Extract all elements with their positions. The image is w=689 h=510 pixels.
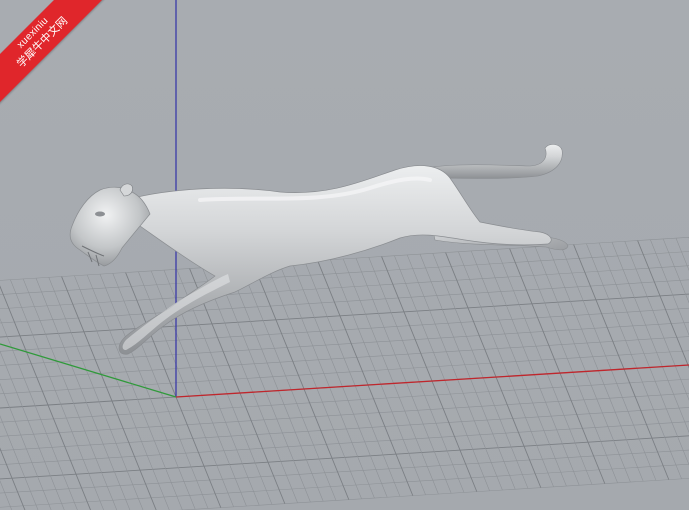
grid-line (291, 262, 388, 498)
grid-line (0, 307, 689, 352)
grid-line (598, 242, 689, 466)
grid-line (496, 249, 593, 485)
grid-line (445, 252, 542, 488)
grid-line (202, 267, 298, 503)
grid-line (586, 243, 682, 479)
grid-line (355, 258, 452, 494)
cheetah-head (69, 186, 151, 267)
grid-line (381, 256, 478, 492)
construction-grid (0, 237, 689, 510)
grid-line (432, 253, 529, 489)
grid-line (483, 250, 580, 486)
grid-line (509, 248, 606, 484)
grid-line (0, 463, 689, 508)
grid-line (547, 246, 644, 482)
grid-line (611, 242, 689, 434)
grid-line (317, 260, 414, 496)
grid-line (0, 322, 689, 366)
grid-line (253, 264, 350, 500)
grid-line (214, 266, 311, 503)
grid-line (178, 478, 689, 510)
grid-line (112, 273, 209, 509)
rhino-perspective-viewport[interactable]: xuexiniu 学犀牛中文网 (0, 0, 689, 510)
cheetah-eye (95, 211, 105, 217)
grid-line (470, 250, 567, 487)
grid-line (342, 258, 439, 495)
grid-line (522, 247, 618, 483)
grid-line (650, 239, 689, 336)
x-axis (175, 364, 689, 398)
grid-line (419, 254, 516, 490)
grid-line (0, 350, 65, 510)
grid-line (227, 266, 324, 502)
grid-line (394, 255, 490, 491)
watermark-site-text: xuexiniu (15, 15, 51, 51)
grid-line (662, 238, 689, 304)
grid-line (150, 270, 247, 507)
grid-line (368, 257, 465, 493)
grid-line (573, 244, 670, 480)
grid-line (637, 240, 689, 369)
grid-line (458, 251, 554, 487)
grid-line (0, 415, 39, 510)
grid-line (534, 246, 631, 483)
grid-line (560, 245, 657, 481)
grid-line (304, 261, 401, 497)
watermark-ribbon: xuexiniu 学犀牛中文网 (0, 0, 110, 110)
grid-line (266, 263, 362, 499)
grid-line (74, 275, 170, 510)
grid-line (278, 262, 375, 499)
grid-line (240, 265, 337, 501)
grid-line (0, 293, 689, 338)
grid-line (406, 254, 503, 491)
grid-line (22, 278, 118, 510)
grid-line (330, 259, 426, 495)
